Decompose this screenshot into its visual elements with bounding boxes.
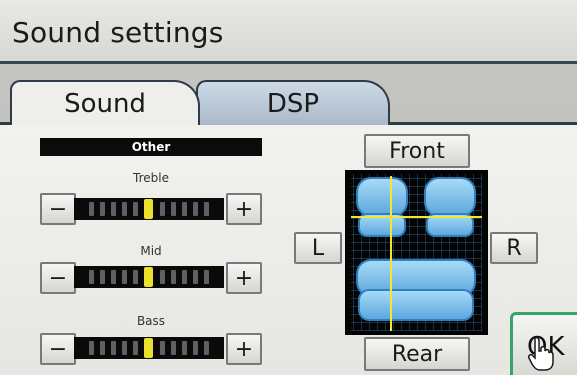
right-button[interactable]: R [490, 232, 538, 264]
left-button[interactable]: L [294, 232, 342, 264]
tab-sound-label: Sound [64, 88, 146, 119]
seat-map-graphic [351, 174, 482, 331]
bass-minus-button[interactable]: − [40, 333, 76, 365]
level-segment [122, 202, 128, 216]
treble-label: Treble [133, 171, 169, 185]
level-segment [133, 341, 139, 355]
mid-plus-button[interactable]: + [226, 262, 262, 294]
level-segment [133, 202, 139, 216]
level-segment [133, 270, 139, 284]
level-segment [203, 341, 209, 355]
level-segment [203, 270, 209, 284]
front-button[interactable]: Front [364, 134, 470, 168]
level-segment [192, 202, 198, 216]
tab-dsp-label: DSP [266, 88, 320, 119]
level-segment [159, 202, 165, 216]
level-segment [100, 341, 106, 355]
bass-label: Bass [136, 314, 166, 328]
level-segment [100, 202, 106, 216]
screen: Sound settings DSP Sound Other Treble − … [0, 0, 577, 375]
bass-level-bar[interactable] [74, 337, 224, 359]
level-segment [192, 270, 198, 284]
treble-plus-button[interactable]: + [226, 193, 262, 225]
level-indicator [144, 199, 154, 219]
level-segment [111, 270, 117, 284]
level-segment [181, 341, 187, 355]
level-segment [159, 270, 165, 284]
level-segment [111, 202, 117, 216]
level-segment [89, 270, 95, 284]
level-segment [181, 270, 187, 284]
level-segment [192, 341, 198, 355]
front-right-seat [424, 177, 476, 237]
level-segment [159, 341, 165, 355]
level-indicator [144, 338, 154, 358]
bass-plus-button[interactable]: + [226, 333, 262, 365]
balance-fader-map[interactable] [345, 170, 488, 335]
treble-level-bar[interactable] [74, 198, 224, 220]
level-segment [170, 202, 176, 216]
level-segment [89, 341, 95, 355]
page-title: Sound settings [12, 16, 224, 49]
level-segment [111, 341, 117, 355]
level-segment [122, 341, 128, 355]
level-segment [203, 202, 209, 216]
level-segment [170, 270, 176, 284]
front-left-seat [356, 177, 408, 237]
treble-minus-button[interactable]: − [40, 193, 76, 225]
level-segment [170, 341, 176, 355]
rear-button[interactable]: Rear [364, 337, 470, 371]
other-header: Other [40, 138, 262, 156]
mid-label: Mid [140, 244, 162, 258]
mid-minus-button[interactable]: − [40, 262, 76, 294]
level-indicator [144, 267, 154, 287]
tab-sound[interactable]: Sound [10, 80, 200, 125]
level-segment [100, 270, 106, 284]
level-segment [181, 202, 187, 216]
title-bar: Sound settings [0, 0, 577, 64]
tab-dsp[interactable]: DSP [196, 80, 390, 125]
mid-level-bar[interactable] [74, 266, 224, 288]
level-segment [89, 202, 95, 216]
hand-pointer-icon [528, 336, 554, 371]
level-segment [122, 270, 128, 284]
rear-seat [356, 259, 476, 321]
